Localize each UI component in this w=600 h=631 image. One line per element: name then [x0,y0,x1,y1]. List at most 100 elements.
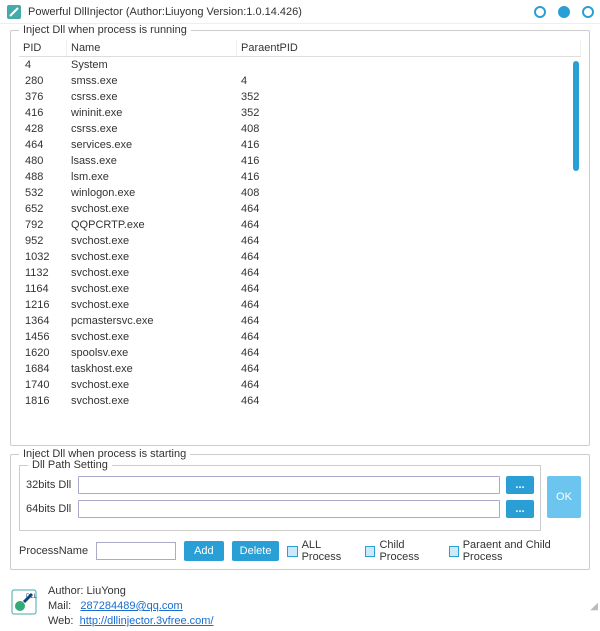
cell-pid: 1032 [19,250,67,264]
author-value: LiuYong [87,585,126,597]
cell-parentpid: 416 [237,138,581,152]
cell-name: winlogon.exe [67,186,237,200]
child-process-checkbox[interactable]: Child Process [365,539,440,563]
dll-32-input[interactable] [78,476,500,494]
dll-32-label: 32bits Dll [26,479,78,491]
cell-pid: 280 [19,74,67,88]
dll-64-input[interactable] [78,500,500,518]
cell-parentpid: 464 [237,266,581,280]
delete-button[interactable]: Delete [232,541,280,561]
checkbox-icon [287,546,297,557]
all-process-label: ALL Process [302,539,358,563]
process-name-label: ProcessName [19,545,88,557]
table-row[interactable]: 480lsass.exe416 [19,153,581,169]
table-scrollbar[interactable] [573,61,579,431]
table-row[interactable]: 1456svchost.exe464 [19,329,581,345]
cell-name: spoolsv.exe [67,346,237,360]
add-button[interactable]: Add [184,541,224,561]
cell-parentpid: 464 [237,394,581,408]
header-parentpid[interactable]: ParaentPID [237,40,581,56]
table-row[interactable]: 1132svchost.exe464 [19,265,581,281]
cell-pid: 1216 [19,298,67,312]
cell-pid: 480 [19,154,67,168]
table-row[interactable]: 1816svchost.exe464 [19,393,581,409]
cell-parentpid: 464 [237,218,581,232]
resize-grip[interactable]: ◢ [590,601,598,612]
header-name[interactable]: Name [67,40,237,56]
table-row[interactable]: 952svchost.exe464 [19,233,581,249]
table-row[interactable]: 1164svchost.exe464 [19,281,581,297]
table-row[interactable]: 532winlogon.exe408 [19,185,581,201]
cell-parentpid: 408 [237,122,581,136]
running-group-title: Inject Dll when process is running [19,24,191,36]
process-table: PID Name ParaentPID 4System280smss.exe43… [19,39,581,439]
table-row[interactable]: 1032svchost.exe464 [19,249,581,265]
cell-pid: 4 [19,58,67,72]
child-process-label: Child Process [379,539,440,563]
table-row[interactable]: 464services.exe416 [19,137,581,153]
starting-process-group: Inject Dll when process is starting Dll … [10,454,590,570]
cell-parentpid: 464 [237,234,581,248]
cell-parentpid: 464 [237,282,581,296]
cell-parentpid [237,64,581,66]
cell-parentpid: 464 [237,298,581,312]
checkbox-icon [365,546,375,557]
header-pid[interactable]: PID [19,40,67,56]
table-row[interactable]: 1620spoolsv.exe464 [19,345,581,361]
web-link[interactable]: http://dllinjector.3vfree.com/ [80,615,214,627]
cell-name: svchost.exe [67,234,237,248]
table-row[interactable]: 488lsm.exe416 [19,169,581,185]
table-row[interactable]: 280smss.exe4 [19,73,581,89]
cell-pid: 1164 [19,282,67,296]
table-row[interactable]: 1364pcmastersvc.exe464 [19,313,581,329]
cell-name: System [67,58,237,72]
table-row[interactable]: 1684taskhost.exe464 [19,361,581,377]
table-row[interactable]: 792QQPCRTP.exe464 [19,217,581,233]
cell-name: svchost.exe [67,250,237,264]
cell-name: wininit.exe [67,106,237,120]
cell-name: svchost.exe [67,378,237,392]
table-row[interactable]: 1740svchost.exe464 [19,377,581,393]
mail-label: Mail: [48,600,71,612]
dll-32-browse-button[interactable]: ... [506,476,534,494]
all-process-checkbox[interactable]: ALL Process [287,539,357,563]
cell-pid: 1740 [19,378,67,392]
footer: DLL Author: LiuYong Mail: 287284489@qq.c… [0,582,600,631]
table-row[interactable]: 416wininit.exe352 [19,105,581,121]
table-row[interactable]: 1216svchost.exe464 [19,297,581,313]
mail-link[interactable]: 287284489@qq.com [80,600,182,612]
scrollbar-thumb[interactable] [573,61,579,171]
dll-path-setting-group: Dll Path Setting 32bits Dll ... 64bits D… [19,465,541,531]
author-label: Author: [48,585,83,597]
cell-name: svchost.exe [67,394,237,408]
cell-pid: 1456 [19,330,67,344]
table-row[interactable]: 4System [19,57,581,73]
cell-parentpid: 352 [237,106,581,120]
cell-parentpid: 464 [237,378,581,392]
cell-pid: 652 [19,202,67,216]
checkbox-icon [449,546,459,557]
maximize-button[interactable] [558,6,570,18]
process-name-input[interactable] [96,542,176,560]
cell-pid: 792 [19,218,67,232]
cell-name: smss.exe [67,74,237,88]
cell-parentpid: 416 [237,154,581,168]
cell-name: lsass.exe [67,154,237,168]
cell-pid: 1620 [19,346,67,360]
ok-button[interactable]: OK [547,476,581,518]
table-row[interactable]: 652svchost.exe464 [19,201,581,217]
minimize-button[interactable] [534,6,546,18]
svg-text:DLL: DLL [26,594,38,600]
table-row[interactable]: 428csrss.exe408 [19,121,581,137]
cell-name: QQPCRTP.exe [67,218,237,232]
cell-name: svchost.exe [67,266,237,280]
close-button[interactable] [582,6,594,18]
cell-name: svchost.exe [67,298,237,312]
parent-child-process-checkbox[interactable]: Paraent and Child Process [449,539,581,563]
cell-pid: 488 [19,170,67,184]
cell-parentpid: 416 [237,170,581,184]
table-body[interactable]: 4System280smss.exe4376csrss.exe352416win… [19,57,581,433]
dll-64-browse-button[interactable]: ... [506,500,534,518]
app-icon [6,4,22,20]
table-row[interactable]: 376csrss.exe352 [19,89,581,105]
